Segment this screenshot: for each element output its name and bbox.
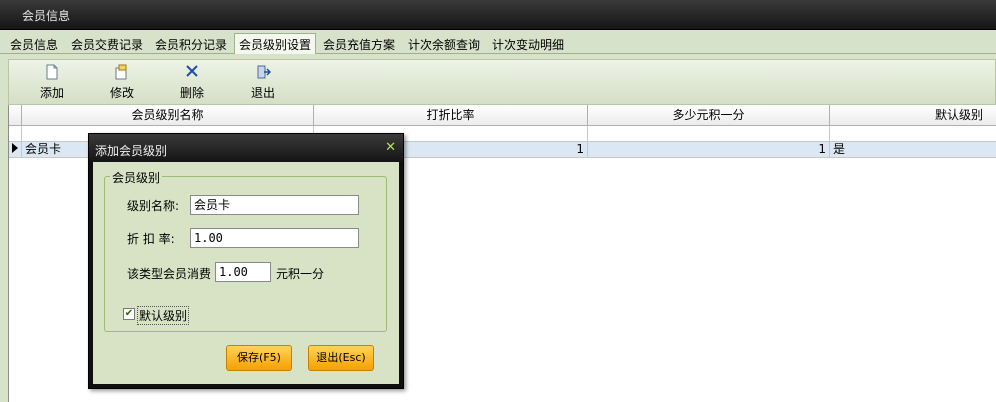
tab-member-info[interactable]: 会员信息 <box>10 35 58 54</box>
tab-member-level-settings[interactable]: 会员级别设置 <box>234 33 317 55</box>
dialog-titlebar[interactable]: 添加会员级别 ✕ <box>89 134 403 162</box>
add-button-label: 添加 <box>39 86 64 100</box>
consume-label: 该类型会员消费 <box>127 267 212 281</box>
column-header-points-per[interactable]: 多少元积一分 <box>588 105 830 126</box>
window-title: 会员信息 <box>22 9 71 23</box>
delete-x-icon <box>167 64 217 82</box>
grid-header: 会员级别名称 打折比率 多少元积一分 默认级别 <box>9 105 996 126</box>
close-icon[interactable]: ✕ <box>385 140 396 155</box>
save-button[interactable]: 保存(F5) <box>226 345 292 371</box>
discount-rate-label: 折 扣 率: <box>127 232 175 246</box>
window-titlebar: 会员信息 <box>0 0 996 30</box>
cell-points-per[interactable]: 1 <box>588 142 830 157</box>
exit-button[interactable]: 退出 <box>238 64 288 104</box>
member-level-groupbox: 会员级别 级别名称: 会员卡 折 扣 率: 1.00 该类型会员消费 1.00 … <box>104 169 387 332</box>
delete-button[interactable]: 删除 <box>167 64 217 104</box>
exit-button-label: 退出 <box>250 86 275 100</box>
level-name-label: 级别名称: <box>127 199 180 213</box>
tab-member-payment-records[interactable]: 会员交费记录 <box>71 35 143 54</box>
dialog-exit-button[interactable]: 退出(Esc) <box>308 345 374 371</box>
tab-count-balance-query[interactable]: 计次余额查询 <box>408 35 480 54</box>
column-header-discount[interactable]: 打折比率 <box>314 105 588 126</box>
delete-button-label: 删除 <box>179 86 204 100</box>
edit-button[interactable]: 修改 <box>97 64 147 104</box>
column-header-default-level[interactable]: 默认级别 <box>830 105 996 126</box>
row-indicator-header <box>9 105 22 126</box>
consume-suffix-label: 元积一分 <box>276 267 325 281</box>
add-member-level-dialog: 添加会员级别 ✕ 会员级别 级别名称: 会员卡 折 扣 率: 1.00 该类型会… <box>88 133 404 389</box>
document-icon <box>27 64 77 82</box>
tab-member-points-records[interactable]: 会员积分记录 <box>155 35 227 54</box>
discount-rate-input[interactable]: 1.00 <box>190 228 359 248</box>
edit-button-label: 修改 <box>109 86 134 100</box>
groupbox-legend: 会员级别 <box>110 169 163 186</box>
default-level-checkbox[interactable]: ✔ <box>123 308 135 320</box>
row-indicator <box>9 126 22 141</box>
cell-default-level[interactable]: 是 <box>830 142 996 157</box>
edit-icon <box>97 64 147 82</box>
tab-strip: 会员信息 会员交费记录 会员积分记录 会员级别设置 会员充值方案 计次余额查询 … <box>0 30 996 55</box>
default-level-checkbox-label[interactable]: 默认级别 <box>137 306 190 325</box>
level-name-input[interactable]: 会员卡 <box>190 195 359 215</box>
column-header-level-name[interactable]: 会员级别名称 <box>22 105 314 126</box>
exit-door-icon <box>238 64 288 82</box>
toolbar: 添加 修改 删除 退出 <box>8 59 996 105</box>
dialog-title: 添加会员级别 <box>95 144 168 158</box>
table-cell <box>588 126 830 141</box>
row-pointer-icon <box>9 142 22 157</box>
tab-count-change-details[interactable]: 计次变动明细 <box>492 35 564 54</box>
add-button[interactable]: 添加 <box>27 64 77 104</box>
consume-amount-input[interactable]: 1.00 <box>215 262 271 282</box>
dialog-body: 会员级别 级别名称: 会员卡 折 扣 率: 1.00 该类型会员消费 1.00 … <box>93 162 399 384</box>
tab-member-recharge-plans[interactable]: 会员充值方案 <box>323 35 395 54</box>
